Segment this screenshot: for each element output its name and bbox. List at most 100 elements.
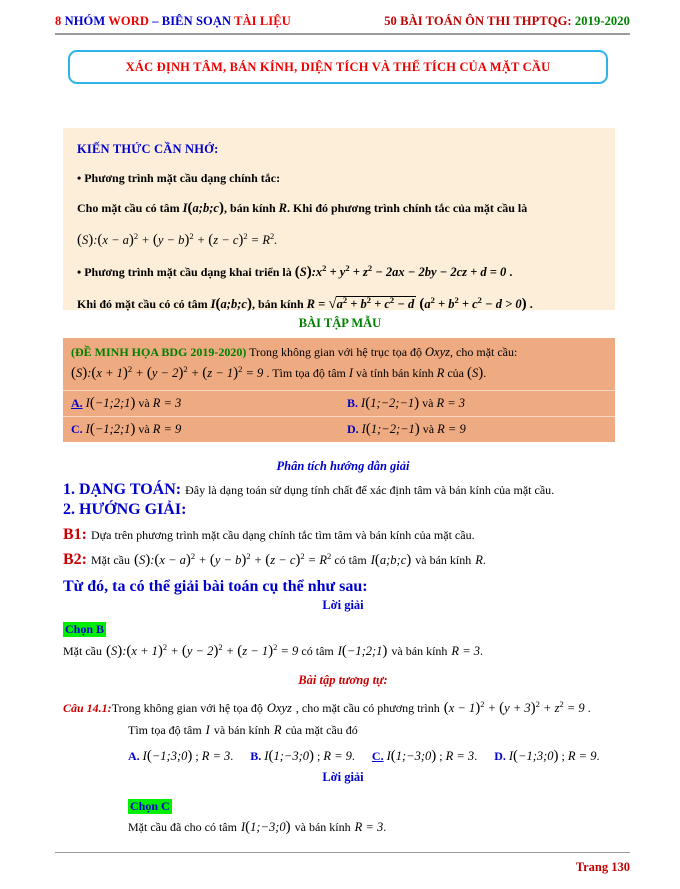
analysis-b1-label: B1: xyxy=(63,526,87,543)
solution-body: Mặt cầu (S):(x + 1)2 + (y − 2)2 + (z − 1… xyxy=(63,642,623,660)
sample-stmt-post: , cho mặt cầu: xyxy=(450,345,518,359)
similar-choice-wrap: Chọn C xyxy=(128,797,680,815)
similar-option-b[interactable]: B. I(1;−3;0) ; R = 9. xyxy=(250,748,358,764)
kcr-radius-symbol: R xyxy=(278,201,287,215)
similar-question-equation: (x − 1)2 + (y + 3)2 + z2 = 9 xyxy=(443,699,588,717)
similar-q2-post: của mặt cầu đó xyxy=(285,723,358,737)
similar-solution-end: . xyxy=(383,820,387,834)
similar-option-a-center: I(−1;3;0) xyxy=(142,748,193,764)
knowledge-line-3: Khi đó mặt cầu có có tâm I(a;b;c), bán k… xyxy=(77,295,601,314)
analysis-b2-label: B2: xyxy=(63,551,87,569)
similar-question-end: . xyxy=(587,701,591,716)
analysis-b2-radius: R xyxy=(475,553,483,568)
analysis-b1-text: Dựa trên phương trình mặt cầu dạng chính… xyxy=(91,528,475,542)
header-word-label: WORD xyxy=(108,14,149,28)
analysis-step-b1: B1: Dựa trên phương trình mặt cầu dạng c… xyxy=(63,526,623,544)
sample-option-c-key: C. xyxy=(71,421,83,436)
equation-general-math: (S):x2 + y2 + z2 − 2ax − 2by − 2cz + d =… xyxy=(294,262,510,280)
header-dash: – xyxy=(152,14,159,28)
header-left-group: 8 NHÓM WORD – BIÊN SOẠN TÀI LIỆU xyxy=(55,14,291,29)
analysis-closing-text: Từ đó, ta có thể giải bài toán cụ thể nh… xyxy=(63,578,368,595)
similar-solution-mid: và bán kính xyxy=(294,820,351,834)
similar-heading: Bài tập tương tự: xyxy=(298,673,388,687)
kl3-radius-formula: R = √a2 + b2 + c2 − d (a2 + b2 + c2 − d … xyxy=(306,294,527,312)
analysis-item-2-label: 2. HƯỚNG GIẢI: xyxy=(63,501,187,518)
similar-option-a-radius: R = 3 xyxy=(201,749,231,763)
similar-option-d-radius: R = 9 xyxy=(567,749,597,763)
sample-option-a-radius: R = 3 xyxy=(152,395,182,410)
header-brand-icon: 8 xyxy=(55,14,62,28)
similar-solution-body: Mặt cầu đã cho có tâm I(1;−3;0) và bán k… xyxy=(128,818,680,836)
header-exam-title: 50 BÀI TOÁN ÔN THI THPTQG: xyxy=(384,14,572,28)
sample-option-b[interactable]: B. I(1;−2;−1) và R = 3 xyxy=(339,391,615,416)
footer-divider xyxy=(55,852,630,853)
sample-option-b-center: I(1;−2;−1) xyxy=(361,394,420,411)
analysis-step-b2: B2: Mặt cầu (S):(x − a)2 + (y − b)2 + (z… xyxy=(63,551,623,569)
sample-option-a-conj: và xyxy=(138,395,150,410)
header-years: 2019-2020 xyxy=(574,14,630,28)
similar-q2-mid: và bán kính xyxy=(213,723,270,737)
sample-option-a[interactable]: A. I(−1;2;1) và R = 3 xyxy=(63,391,339,416)
sample-option-d-center: I(1;−2;−1) xyxy=(361,420,420,437)
header-tailieu-label: TÀI LIỆU xyxy=(234,14,291,28)
sample-option-c[interactable]: C. I(−1;2;1) và R = 9 xyxy=(63,417,339,442)
footer-page-number: Trang 130 xyxy=(575,860,630,874)
similar-heading-wrap: Bài tập tương tự: xyxy=(63,673,623,688)
sample-oxyz: Oxyz xyxy=(425,345,451,359)
kl3-mid: , bán kính xyxy=(251,296,304,311)
similar-q2-I: I xyxy=(205,723,210,737)
kcr-center-point: I(a;b;c) xyxy=(182,200,224,216)
sample-source-tag: (ĐỀ MINH HỌA BDG 2019-2020) xyxy=(71,345,247,359)
kl3-end: . xyxy=(529,296,533,311)
sample-option-c-radius: R = 9 xyxy=(152,421,182,436)
sample-stmt-2c: của xyxy=(447,366,464,381)
solution-mid: có tâm xyxy=(301,644,334,659)
solution-equation: (S):(x + 1)2 + (y − 2)2 + (z − 1)2 = 9 xyxy=(105,642,302,660)
similar-option-b-center: I(1;−3;0) xyxy=(264,748,314,764)
kcr-post: . Khi đó phương trình chính tắc của mặt … xyxy=(286,201,528,215)
sample-option-c-conj: và xyxy=(138,421,150,436)
analysis-item-1-text: Đây là dạng toán sử dụng tính chất để xá… xyxy=(185,483,555,497)
kcr-mid: , bán kính xyxy=(223,201,276,215)
sample-option-a-center: I(−1;2;1) xyxy=(85,394,136,411)
similar-option-a[interactable]: A. I(−1;3;0) ; R = 3. xyxy=(128,748,236,764)
kcr-pre: Cho mặt cầu có tâm xyxy=(77,201,180,215)
kl3-center-point: I(a;b;c) xyxy=(210,295,252,312)
analysis-b2-center: I(a;b;c) xyxy=(370,552,412,569)
lesson-title: XÁC ĐỊNH TÂM, BÁN KÍNH, DIỆN TÍCH VÀ THỂ… xyxy=(125,59,551,74)
equation-canonical-math: (S):(x − a)2 + (y − b)2 + (z − c)2 = R2. xyxy=(77,230,278,248)
sample-R-symbol: R xyxy=(436,366,445,381)
similar-solution-center: I(1;−3;0) xyxy=(240,819,291,835)
solution-heading-wrap: Lời giải xyxy=(63,598,623,613)
similar-option-c-key: C. xyxy=(371,749,384,763)
header-divider xyxy=(55,33,630,35)
knowledge-center-radius-line: Cho mặt cầu có tâm I(a;b;c), bán kính R.… xyxy=(77,199,601,218)
similar-option-b-key: B. xyxy=(250,749,262,763)
solution-choice-badge: Chọn B xyxy=(63,622,107,637)
sample-option-d-radius: R = 9 xyxy=(437,421,466,436)
similar-option-c[interactable]: C. I(1;−3;0) ; R = 3. xyxy=(371,748,480,764)
analysis-item-1: 1. DẠNG TOÁN: Đây là dạng toán sử dụng t… xyxy=(63,481,623,499)
solution-center: I(−1;2;1) xyxy=(337,643,388,660)
knowledge-heading: KIẾN THỨC CẦN NHỚ: xyxy=(77,142,219,156)
analysis-item-2: 2. HƯỚNG GIẢI: xyxy=(63,501,623,519)
analysis-closing: Từ đó, ta có thể giải bài toán cụ thể nh… xyxy=(63,578,623,596)
kb2-pre: • Phương trình mặt cầu dạng khai triển l… xyxy=(77,264,292,279)
knowledge-panel: KIẾN THỨC CẦN NHỚ: • Phương trình mặt cầ… xyxy=(63,128,615,312)
similar-option-d[interactable]: D. I(−1;3;0) ; R = 9. xyxy=(494,748,599,764)
sample-option-d[interactable]: D. I(1;−2;−1) và R = 9 xyxy=(339,417,615,442)
analysis-heading-wrap: Phân tích hướng dẫn giải xyxy=(63,459,623,474)
similar-solution-heading-wrap: Lời giải xyxy=(63,770,623,785)
knowledge-equation-canonical: (S):(x − a)2 + (y − b)2 + (z − c)2 = R2. xyxy=(77,231,601,250)
similar-solution-pre: Mặt cầu đã cho có tâm xyxy=(128,820,237,834)
kl3-pre: Khi đó mặt cầu có có tâm xyxy=(77,296,208,311)
solution-end: . xyxy=(480,644,483,659)
sample-problem-statement: (ĐỀ MINH HỌA BDG 2019-2020) Trong không … xyxy=(63,338,615,390)
sample-option-b-key: B. xyxy=(347,395,359,410)
sample-section-heading: BÀI TẬP MẪU xyxy=(298,316,382,330)
similar-option-b-radius: R = 9 xyxy=(323,749,352,763)
knowledge-bullet-1: • Phương trình mặt cầu dạng chính tắc: xyxy=(77,171,281,185)
sample-option-c-center: I(−1;2;1) xyxy=(85,420,136,437)
solution-heading: Lời giải xyxy=(322,598,364,612)
similar-oxyz: Oxyz xyxy=(266,701,292,716)
